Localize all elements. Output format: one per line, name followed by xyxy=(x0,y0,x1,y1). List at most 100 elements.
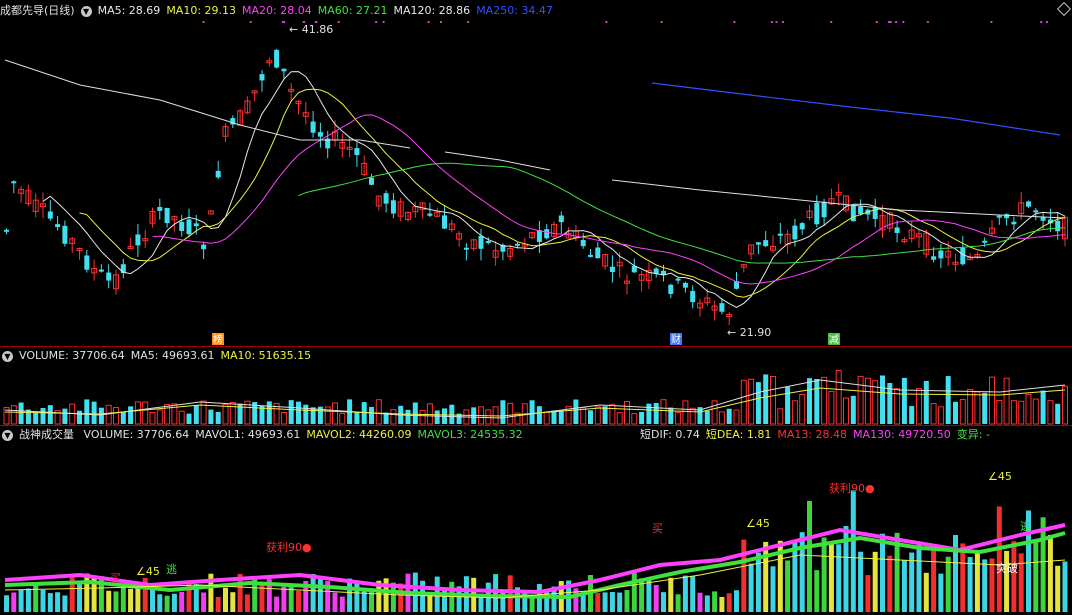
volume-bar xyxy=(18,402,24,424)
candle-body xyxy=(690,290,696,303)
volume-bar xyxy=(310,407,316,424)
volume-bar xyxy=(369,406,374,424)
signal-dot xyxy=(427,21,430,23)
candle-body xyxy=(1011,221,1017,225)
signal-dot xyxy=(1045,21,1048,23)
volume-bar xyxy=(660,399,667,425)
indicator-bar xyxy=(858,551,864,612)
indicator-bar xyxy=(1004,550,1010,612)
candle-body xyxy=(609,266,615,273)
candle-body xyxy=(668,284,674,294)
candle-body xyxy=(164,207,170,224)
indicator-bar xyxy=(726,593,732,612)
volume-bar xyxy=(339,412,346,425)
candle-body xyxy=(179,221,185,231)
signal-dot xyxy=(281,21,284,23)
volume-bar xyxy=(1040,390,1046,424)
indicator-bar xyxy=(719,596,725,612)
volume-bar xyxy=(434,410,440,424)
candle-body xyxy=(580,240,586,247)
volume-bar xyxy=(529,400,535,424)
indicator-bar xyxy=(682,575,688,612)
indicator-bar xyxy=(799,532,805,612)
candle-body xyxy=(390,200,396,214)
indicator-bar xyxy=(201,592,207,612)
indicator-bar xyxy=(106,590,112,612)
indicator-bar xyxy=(55,592,61,612)
indicator-bar xyxy=(712,591,718,612)
volume-bar xyxy=(711,400,718,425)
volume-bar xyxy=(953,401,958,424)
candle-body xyxy=(719,303,725,312)
volume-bar xyxy=(77,410,82,424)
candle-body xyxy=(369,177,374,185)
candle-body xyxy=(858,206,864,215)
volume-bar xyxy=(689,407,696,425)
volume-bar xyxy=(426,403,433,425)
volume-bar xyxy=(222,403,229,425)
candle-body xyxy=(11,181,17,184)
indicator-bar xyxy=(828,544,834,612)
indicator-bar xyxy=(1047,534,1053,612)
volume-bar xyxy=(215,411,221,424)
stock-chart-canvas[interactable]: ← 41.86← 21.90榜财减买∠45 逃获利90●买 ∠45获利90●∠45突… xyxy=(0,0,1072,615)
indicator-bar xyxy=(814,570,820,612)
indicator-bar xyxy=(120,585,126,612)
candle-body xyxy=(544,229,550,239)
indicator-bar xyxy=(763,541,769,612)
volume-bar xyxy=(186,413,192,424)
ma120-line xyxy=(444,151,551,171)
indicator-bar xyxy=(609,591,615,612)
indicator-bar xyxy=(128,588,134,612)
volume-bar xyxy=(354,412,360,424)
signal-dot xyxy=(337,21,340,23)
indicator-bar xyxy=(624,590,630,612)
indicator-bar xyxy=(164,595,170,612)
indicator-bar xyxy=(1055,565,1061,612)
signal-dot xyxy=(887,21,890,23)
indicator-bar xyxy=(945,556,951,612)
volume-bar xyxy=(91,401,97,424)
ma250-line xyxy=(651,82,1061,136)
volume-bar xyxy=(449,404,455,424)
candle-body xyxy=(383,193,389,204)
signal-dot xyxy=(375,21,378,23)
volume-bar xyxy=(1003,377,1010,425)
volume-bar xyxy=(156,409,163,425)
indicator-bar xyxy=(982,559,988,612)
indicator-bar xyxy=(748,563,754,612)
volume-bar xyxy=(864,377,871,425)
candle-body xyxy=(515,243,520,246)
signal-annotation: 买 xyxy=(110,572,121,585)
volume-bar xyxy=(266,401,272,424)
volume-bar xyxy=(98,407,104,424)
candle-body xyxy=(1026,201,1031,207)
indicator-bar xyxy=(332,592,338,612)
volume-bar xyxy=(937,406,944,425)
volume-bar xyxy=(33,412,39,424)
volume-bar xyxy=(982,392,988,424)
candle-body xyxy=(485,241,491,244)
indicator-bar xyxy=(887,555,893,612)
indicator-bar xyxy=(653,584,659,612)
candle-body xyxy=(850,205,856,222)
indicator-bar xyxy=(157,594,163,612)
volume-bar xyxy=(901,377,907,424)
volume-bar xyxy=(807,378,812,424)
volume-bar xyxy=(200,400,207,425)
signal-annotation: 逃 xyxy=(1020,520,1031,533)
volume-bar xyxy=(120,411,126,424)
candle-body xyxy=(588,254,593,257)
signal-dot xyxy=(202,21,205,23)
indicator-bar xyxy=(1011,541,1017,612)
indicator-bar xyxy=(953,535,958,612)
signal-dot xyxy=(605,21,608,23)
volume-bar xyxy=(1025,393,1032,425)
ma5-line xyxy=(42,71,1066,308)
candle-body xyxy=(755,242,761,245)
ma10-line xyxy=(79,88,1066,298)
indicator-bar xyxy=(661,592,666,612)
volume-bar xyxy=(142,401,149,425)
volume-bar xyxy=(390,409,397,425)
signal-dot xyxy=(733,21,736,23)
